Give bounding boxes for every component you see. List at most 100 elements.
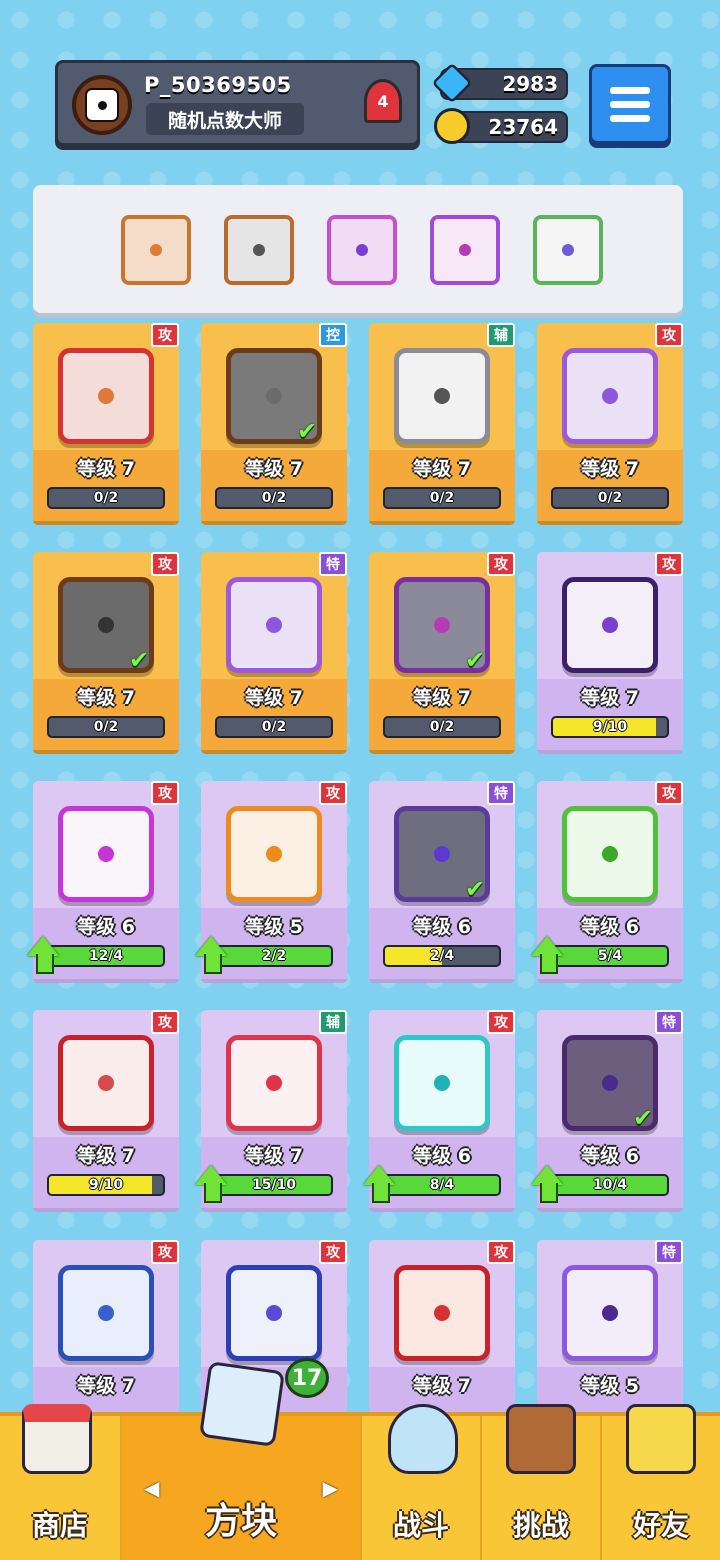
- dice-card[interactable]: 攻等级 6 8/4: [369, 1010, 515, 1208]
- card-progress-bar: 0/2: [215, 716, 333, 738]
- bottom-nav: 商店 ◀ ▶ 方块 战斗 挑战 好友: [0, 1361, 720, 1560]
- card-progress-text: 2/4: [429, 948, 455, 964]
- type-tag: 攻: [655, 323, 683, 347]
- card-progress-bar: 0/2: [47, 716, 165, 738]
- player-title: 随机点数大师: [146, 103, 304, 135]
- nav-left-arrow[interactable]: ◀: [144, 1476, 159, 1500]
- gem-counter[interactable]: 2983: [431, 62, 568, 104]
- card-progress-bar: 9/10: [551, 716, 669, 738]
- dice-icon: [562, 1265, 658, 1361]
- type-tag: 攻: [487, 1240, 515, 1264]
- card-level: 等级 7: [245, 1145, 303, 1167]
- type-tag: 攻: [487, 1010, 515, 1034]
- card-level: 等级 7: [77, 687, 135, 709]
- card-progress-text: 0/2: [429, 719, 455, 735]
- card-level: 等级 5: [581, 1375, 639, 1397]
- dice-card[interactable]: 攻等级 7 9/10: [33, 1010, 179, 1208]
- dice-avatar-icon: [85, 88, 119, 122]
- nav-dice[interactable]: ◀ ▶ 方块: [120, 1361, 360, 1560]
- menu-button[interactable]: [589, 64, 671, 144]
- nav-challenge[interactable]: 挑战: [480, 1404, 600, 1560]
- dice-card[interactable]: 攻等级 6 5/4: [537, 781, 683, 979]
- card-progress-text: 10/4: [592, 1177, 628, 1193]
- signboard-icon: [506, 1404, 576, 1474]
- card-progress-text: 0/2: [261, 490, 287, 506]
- dice-card[interactable]: 特 ✔ 等级 6 10/4: [537, 1010, 683, 1208]
- dice-icon: [58, 806, 154, 902]
- coin-value: 23764: [488, 115, 558, 139]
- card-level: 等级 7: [413, 458, 471, 480]
- menu-icon: [610, 86, 650, 94]
- card-level: 等级 6: [581, 1145, 639, 1167]
- type-tag: 攻: [655, 781, 683, 805]
- rank-badge: 4: [364, 79, 402, 123]
- dice-card[interactable]: 攻等级 7: [369, 1240, 515, 1438]
- card-level: 等级 7: [413, 687, 471, 709]
- nav-shop[interactable]: 商店: [0, 1404, 120, 1560]
- dice-card[interactable]: 攻等级 5 2/2: [201, 781, 347, 979]
- dice-card[interactable]: 特等级 7 0/2: [201, 552, 347, 750]
- card-progress-bar: 15/10: [215, 1174, 333, 1196]
- upgrade-arrow-icon: [531, 936, 563, 974]
- card-level: 等级 7: [413, 1375, 471, 1397]
- type-tag: 特: [319, 552, 347, 576]
- upgrade-arrow-icon: [195, 1165, 227, 1203]
- dice-card[interactable]: 攻等级 6 12/4: [33, 781, 179, 979]
- card-progress-text: 0/2: [597, 490, 623, 506]
- dice-card[interactable]: 攻等级 7 0/2: [537, 323, 683, 521]
- card-progress-bar: 0/2: [215, 487, 333, 509]
- card-progress-bar: 0/2: [383, 716, 501, 738]
- card-progress-text: 5/4: [597, 948, 623, 964]
- deck-slot-sun-dice-icon[interactable]: [121, 215, 191, 285]
- dice-card[interactable]: 辅等级 7 15/10: [201, 1010, 347, 1208]
- card-progress-bar: 10/4: [551, 1174, 669, 1196]
- equipped-check-icon: ✔: [465, 646, 486, 674]
- card-progress-bar: 0/2: [47, 487, 165, 509]
- type-tag: 攻: [151, 781, 179, 805]
- dice-icon: [226, 577, 322, 673]
- upgrade-arrow-icon: [363, 1165, 395, 1203]
- coin-icon: [434, 108, 470, 144]
- deck-slot-rainbow-dice-icon[interactable]: [533, 215, 603, 285]
- type-tag: 攻: [319, 1240, 347, 1264]
- dice-card[interactable]: 控 ✔ 等级 7 0/2: [201, 323, 347, 521]
- nav-battle[interactable]: 战斗: [360, 1404, 480, 1560]
- card-level: 等级 7: [77, 1145, 135, 1167]
- dice-icon: [58, 348, 154, 444]
- card-level: 等级 7: [245, 687, 303, 709]
- nav-right-arrow[interactable]: ▶: [323, 1476, 338, 1500]
- card-progress-text: 0/2: [429, 490, 455, 506]
- nav-friends[interactable]: 好友: [600, 1404, 720, 1560]
- card-level: 等级 7: [77, 458, 135, 480]
- type-tag: 特: [655, 1240, 683, 1264]
- nav-dice-label: 方块: [204, 1501, 277, 1542]
- card-progress-text: 0/2: [93, 490, 119, 506]
- dice-icon: [58, 1035, 154, 1131]
- shop-icon: [22, 1404, 92, 1474]
- dice-icon: [58, 1265, 154, 1361]
- card-level: 等级 6: [413, 1145, 471, 1167]
- dice-card[interactable]: 攻 ✔ 等级 7 0/2: [33, 552, 179, 750]
- dice-card[interactable]: 攻等级 7 9/10: [537, 552, 683, 750]
- deck-slot-arrow-dice-icon[interactable]: [327, 215, 397, 285]
- profile-panel[interactable]: P_50369505 随机点数大师 4: [55, 60, 420, 146]
- type-tag: 攻: [151, 1010, 179, 1034]
- card-progress-text: 9/10: [88, 1177, 124, 1193]
- type-tag: 攻: [655, 552, 683, 576]
- card-level: 等级 6: [581, 916, 639, 938]
- friend-dice-icon: [626, 1404, 696, 1474]
- dice-card[interactable]: 辅等级 7 0/2: [369, 323, 515, 521]
- dice-card[interactable]: 特 ✔ 等级 6 2/4: [369, 781, 515, 979]
- dice-card[interactable]: 攻等级 7 0/2: [33, 323, 179, 521]
- deck-slot-combo-dice-icon[interactable]: [430, 215, 500, 285]
- dice-card[interactable]: 攻 ✔ 等级 7 0/2: [369, 552, 515, 750]
- equipped-check-icon: ✔: [465, 875, 486, 903]
- shield-sword-icon: [388, 1404, 458, 1474]
- type-tag: 攻: [151, 1240, 179, 1264]
- avatar[interactable]: [72, 75, 132, 135]
- coin-counter[interactable]: 23764: [434, 108, 568, 144]
- nav-shop-label: 商店: [31, 1509, 88, 1542]
- card-progress-bar: 0/2: [551, 487, 669, 509]
- deck-slot-gun-dice-icon[interactable]: [224, 215, 294, 285]
- type-tag: 攻: [319, 781, 347, 805]
